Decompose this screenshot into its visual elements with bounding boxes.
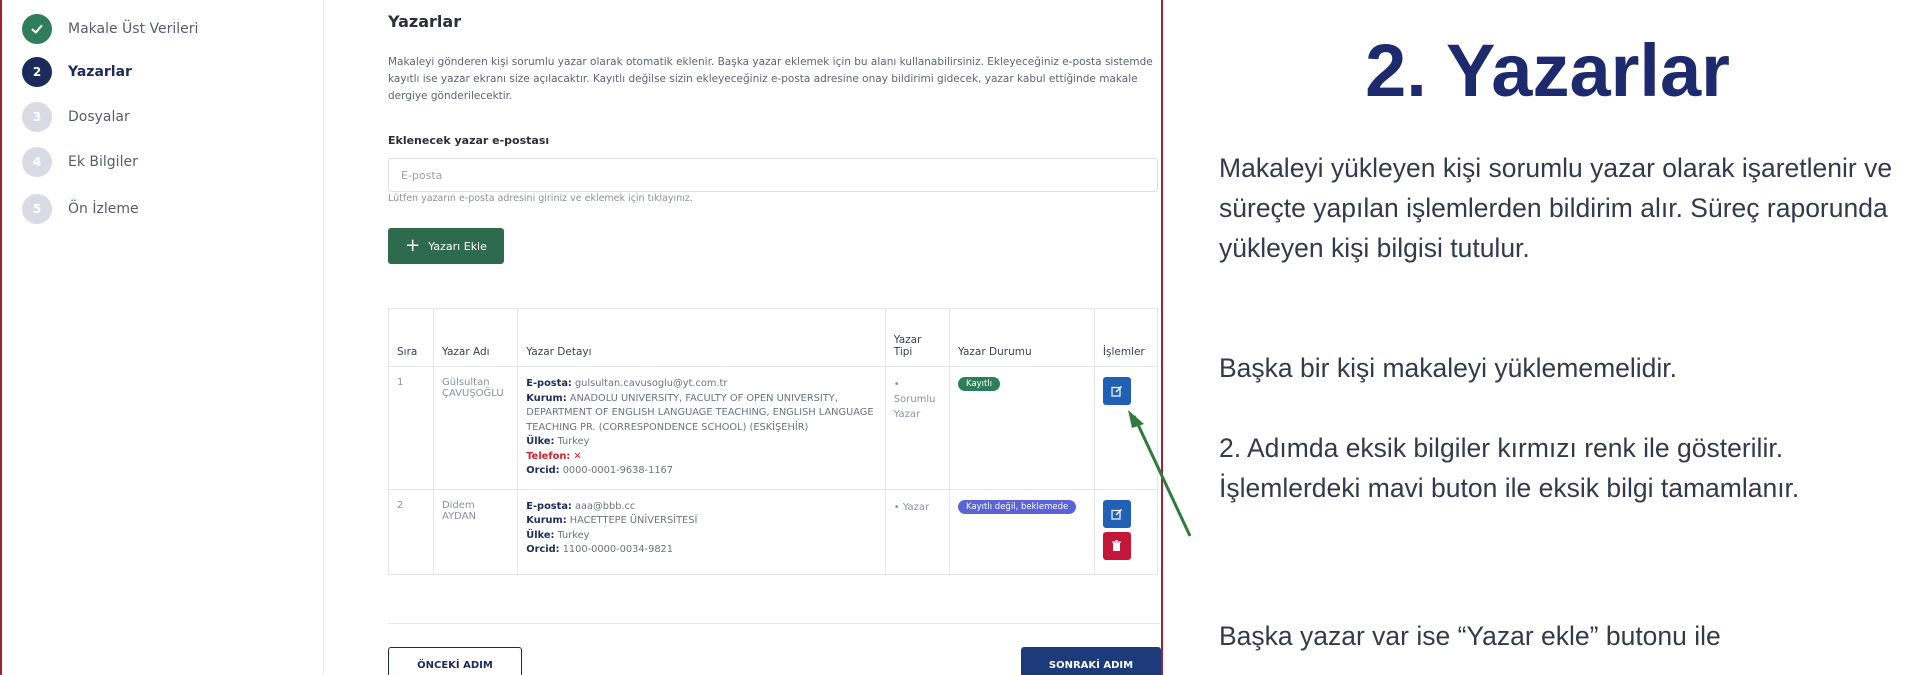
cell-order: 1 <box>388 366 434 490</box>
author-email-input[interactable] <box>388 158 1158 192</box>
email-label: E-posta: <box>526 500 572 512</box>
step-label: Ön İzleme <box>68 201 139 217</box>
edit-icon <box>1111 508 1122 520</box>
annotation-arrow <box>1128 410 1192 537</box>
email-field-label: Eklenecek yazar e-postası <box>388 134 550 147</box>
missing-phone-icon: ✕ <box>573 450 582 462</box>
phone-label: Telefon: <box>526 450 571 462</box>
step-label: Ek Bilgiler <box>68 154 138 170</box>
email-label: E-posta: <box>526 378 572 389</box>
cell-status: Kayıtlı <box>949 366 1095 490</box>
cell-order: 2 <box>388 488 434 575</box>
column-type: Yazar Tipi <box>884 308 951 367</box>
institution-label: Kurum: <box>526 515 567 526</box>
cell-type: • Sorumlu Yazar <box>884 366 951 490</box>
wizard-stepper: Makale Üst Verileri 2 Yazarlar 3 Dosyala… <box>2 0 324 675</box>
plus-icon: + <box>405 235 421 256</box>
section-title: Yazarlar <box>388 12 462 31</box>
step-extra-info[interactable]: 4 Ek Bilgiler <box>22 147 138 177</box>
country-label: Ülke: <box>526 436 555 447</box>
email-field-hint: Lütfen yazarın e-posta adresini giriniz … <box>388 193 693 204</box>
edit-author-button[interactable] <box>1102 499 1131 528</box>
step-preview[interactable]: 5 Ön İzleme <box>22 194 139 224</box>
step-files[interactable]: 3 Dosyalar <box>22 102 130 132</box>
add-author-button[interactable]: + Yazarı Ekle <box>388 228 504 264</box>
authors-form: Yazarlar Makaleyi gönderen kişi sorumlu … <box>388 0 1161 675</box>
column-name: Yazar Adı <box>432 308 519 367</box>
table-header-row: Sıra Yazar Adı Yazar Detayı Yazar Tipi Y… <box>388 308 1159 367</box>
institution-label: Kurum: <box>526 392 567 404</box>
step-number: 5 <box>22 194 52 224</box>
country-label: Ülke: <box>526 529 555 541</box>
check-icon <box>22 14 52 44</box>
column-actions: İşlemler <box>1093 308 1159 367</box>
cell-status: Kayıtlı değil, beklemede <box>949 488 1095 575</box>
table-row: 2 Didem AYDAN E-posta: aaa@bbb.cc Kurum:… <box>388 488 1159 575</box>
trash-icon <box>1112 539 1122 551</box>
orcid-label: Orcid: <box>526 465 560 476</box>
edit-author-button[interactable] <box>1102 377 1131 405</box>
step-label: Makale Üst Verileri <box>68 21 199 37</box>
author-country: Turkey <box>557 436 590 447</box>
delete-author-button[interactable] <box>1102 531 1131 560</box>
column-status: Yazar Durumu <box>949 308 1095 367</box>
step-number: 2 <box>22 57 52 87</box>
section-description: Makaleyi gönderen kişi sorumlu yazar ola… <box>388 56 1153 102</box>
edit-icon <box>1111 386 1122 397</box>
column-detail: Yazar Detayı <box>517 308 886 367</box>
step-label: Yazarlar <box>68 64 132 80</box>
author-institution: ANADOLU UNIVERSITY, FACULTY OF OPEN UNIV… <box>526 392 874 433</box>
app-window: Makale Üst Verileri 2 Yazarlar 3 Dosyala… <box>0 0 1163 675</box>
step-metadata[interactable]: Makale Üst Verileri <box>22 14 198 44</box>
authors-table: Sıra Yazar Adı Yazar Detayı Yazar Tipi Y… <box>388 308 1159 575</box>
step-label: Dosyalar <box>68 109 130 125</box>
divider <box>388 623 1160 624</box>
table-row: 1 Gülsultan ÇAVUŞOĞLU E-posta: gulsultan… <box>388 366 1159 490</box>
author-email: aaa@bbb.cc <box>574 500 636 512</box>
slide-paragraph: 2. Adımda eksik bilgiler kırmızı renk il… <box>1219 433 1800 503</box>
author-orcid: 1100-0000-0034-9821 <box>562 544 674 555</box>
add-author-label: Yazarı Ekle <box>428 239 487 253</box>
cell-name: Gülsultan ÇAVUŞOĞLU <box>432 366 519 490</box>
author-institution: HACETTEPE ÜNİVERSİTESİ <box>569 515 698 526</box>
slide-paragraph: Başka bir kişi makaleyi yüklememelidir. <box>1219 353 1678 383</box>
slide-paragraph: Başka yazar var ise “Yazar ekle” butonu … <box>1219 621 1721 651</box>
cell-name: Didem AYDAN <box>432 488 519 575</box>
step-number: 3 <box>22 102 52 132</box>
orcid-label: Orcid: <box>526 544 560 555</box>
status-badge: Kayıtlı <box>958 377 1001 391</box>
step-number: 4 <box>22 147 52 177</box>
step-authors[interactable]: 2 Yazarlar <box>22 57 132 87</box>
cell-detail: E-posta: aaa@bbb.cc Kurum: HACETTEPE ÜNİ… <box>517 488 886 575</box>
author-country: Turkey <box>557 529 590 541</box>
column-order: Sıra <box>388 308 434 367</box>
slide-paragraph: Makaleyi yükleyen kişi sorumlu yazar ola… <box>1219 153 1893 263</box>
status-badge: Kayıtlı değil, beklemede <box>958 499 1077 514</box>
next-step-button[interactable]: SONRAKİ ADIM <box>1021 647 1161 675</box>
cell-detail: E-posta: gulsultan.cavusoglu@yt.com.tr K… <box>517 366 886 490</box>
author-email: gulsultan.cavusoglu@yt.com.tr <box>574 378 728 389</box>
author-orcid: 0000-0001-9638-1167 <box>562 465 674 476</box>
slide-title: 2. Yazarlar <box>1365 29 1730 112</box>
previous-step-button[interactable]: ÖNCEKİ ADIM <box>388 647 522 675</box>
cell-type: • Yazar <box>884 488 951 575</box>
